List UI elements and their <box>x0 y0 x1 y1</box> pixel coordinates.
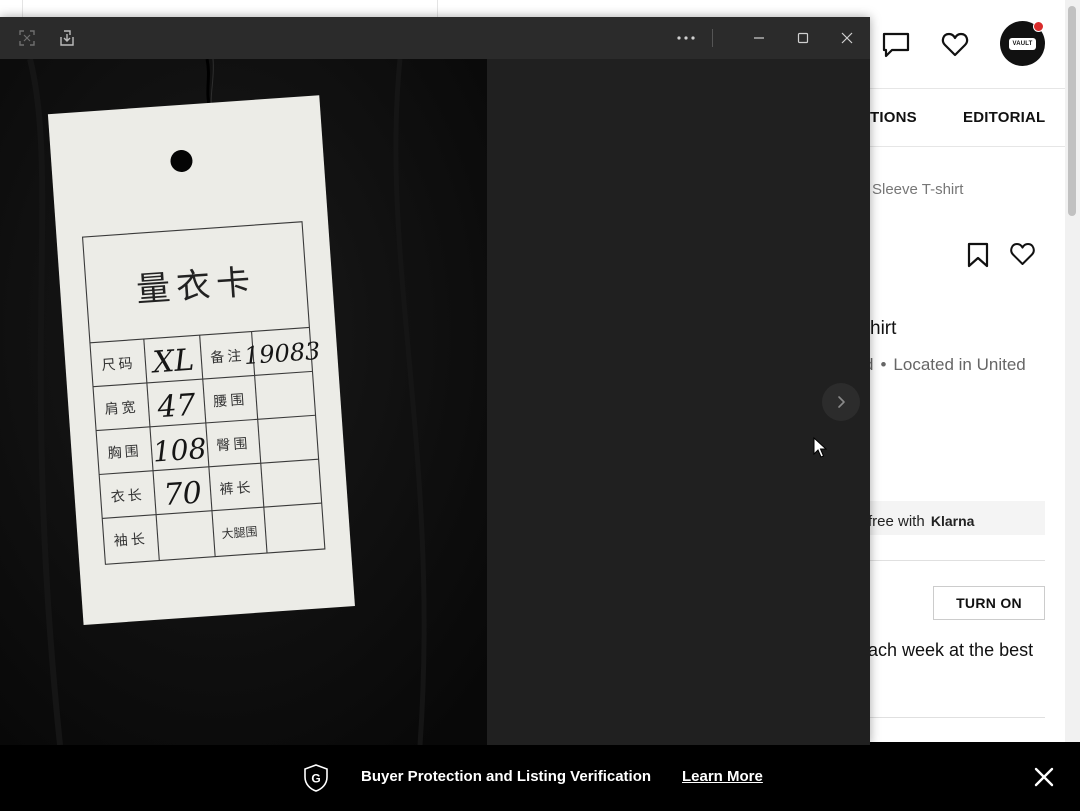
turn-on-button[interactable]: TURN ON <box>933 586 1045 620</box>
garment-photo: 量衣卡 尺码 肩宽 胸围 衣长 袖长 备注 腰围 臀围 裤长 大腿围 XL 47… <box>0 59 487 745</box>
tag-value-size: XL <box>150 343 196 381</box>
notification-dot <box>1033 21 1044 32</box>
maximize-icon[interactable] <box>792 27 814 49</box>
shield-icon: G <box>303 764 329 792</box>
klarna-text: free with <box>868 513 925 530</box>
product-meta: d•Located in United <box>864 355 1026 375</box>
product-title: hirt <box>870 318 897 339</box>
page-scrollbar[interactable] <box>1065 0 1080 742</box>
tag-value-length: 70 <box>162 475 203 513</box>
buyer-protection-text: Buyer Protection and Listing Verificatio… <box>361 768 652 785</box>
photo-viewer-window: 量衣卡 尺码 肩宽 胸围 衣长 袖长 备注 腰围 臀围 裤长 大腿围 XL 47… <box>0 17 870 745</box>
nav-item-editorial[interactable]: EDITORIAL <box>963 109 1045 126</box>
heart-icon[interactable] <box>940 30 970 60</box>
image-canvas[interactable]: 量衣卡 尺码 肩宽 胸围 衣长 袖长 备注 腰围 臀围 裤长 大腿围 XL 47… <box>0 59 870 745</box>
viewer-titlebar[interactable] <box>0 17 870 59</box>
titlebar-separator <box>712 29 713 47</box>
breadcrumb[interactable]: Sleeve T-shirt <box>872 181 963 198</box>
tag-label-length: 衣长 <box>110 487 145 505</box>
divider <box>868 560 1045 561</box>
measurement-tag: 量衣卡 尺码 肩宽 胸围 衣长 袖长 备注 腰围 臀围 裤长 大腿围 XL 47… <box>47 95 355 625</box>
tag-value-note: 19083 <box>243 337 321 370</box>
tag-label-waist: 腰围 <box>213 392 248 410</box>
chat-bubble-icon[interactable] <box>881 30 911 60</box>
more-options-icon[interactable] <box>675 27 697 49</box>
favorite-heart-icon[interactable] <box>1009 241 1036 267</box>
close-window-icon[interactable] <box>836 27 858 49</box>
tag-label-sleeve: 袖长 <box>113 531 148 549</box>
tag-label-note: 备注 <box>210 347 245 366</box>
learn-more-link[interactable]: Learn More <box>682 768 763 785</box>
tag-value-chest: 108 <box>152 432 208 469</box>
nav-item-collections[interactable]: TIONS <box>870 109 917 126</box>
klarna-logo: Klarna <box>930 513 975 529</box>
alert-description: ach week at the best <box>868 640 1034 660</box>
tag-label-pants-length: 裤长 <box>219 480 254 498</box>
meta-location: Located in United <box>893 355 1026 374</box>
minimize-icon[interactable] <box>748 27 770 49</box>
bookmark-icon[interactable] <box>966 242 990 268</box>
tag-label-hip: 臀围 <box>216 436 251 454</box>
meta-separator: • <box>880 355 887 374</box>
avatar[interactable]: VAULT <box>1000 21 1045 66</box>
tag-label-size: 尺码 <box>101 356 136 374</box>
next-image-button[interactable] <box>822 383 860 421</box>
tag-label-chest: 胸围 <box>107 444 142 462</box>
divider <box>870 88 1065 89</box>
save-icon[interactable] <box>56 27 78 49</box>
klarna-banner[interactable]: free with Klarna <box>868 501 1045 535</box>
tag-title: 量衣卡 <box>135 262 257 310</box>
shield-letter: G <box>311 772 320 786</box>
divider <box>870 146 1065 147</box>
divider <box>868 717 1045 718</box>
mouse-pointer-icon <box>813 436 828 459</box>
buyer-protection-banner: G Buyer Protection and Listing Verificat… <box>0 742 1080 811</box>
vault-badge: VAULT <box>1009 37 1036 50</box>
tag-value-shoulder: 47 <box>155 388 197 426</box>
scrollbar-thumb[interactable] <box>1068 6 1076 216</box>
fit-to-window-icon[interactable] <box>16 27 38 49</box>
close-icon[interactable] <box>1033 766 1055 788</box>
tag-label-thigh: 大腿围 <box>221 525 258 541</box>
listing-details-panel: VAULT TIONS EDITORIAL Sleeve T-shirt hir… <box>864 0 1065 742</box>
tag-label-shoulder: 肩宽 <box>104 399 139 418</box>
